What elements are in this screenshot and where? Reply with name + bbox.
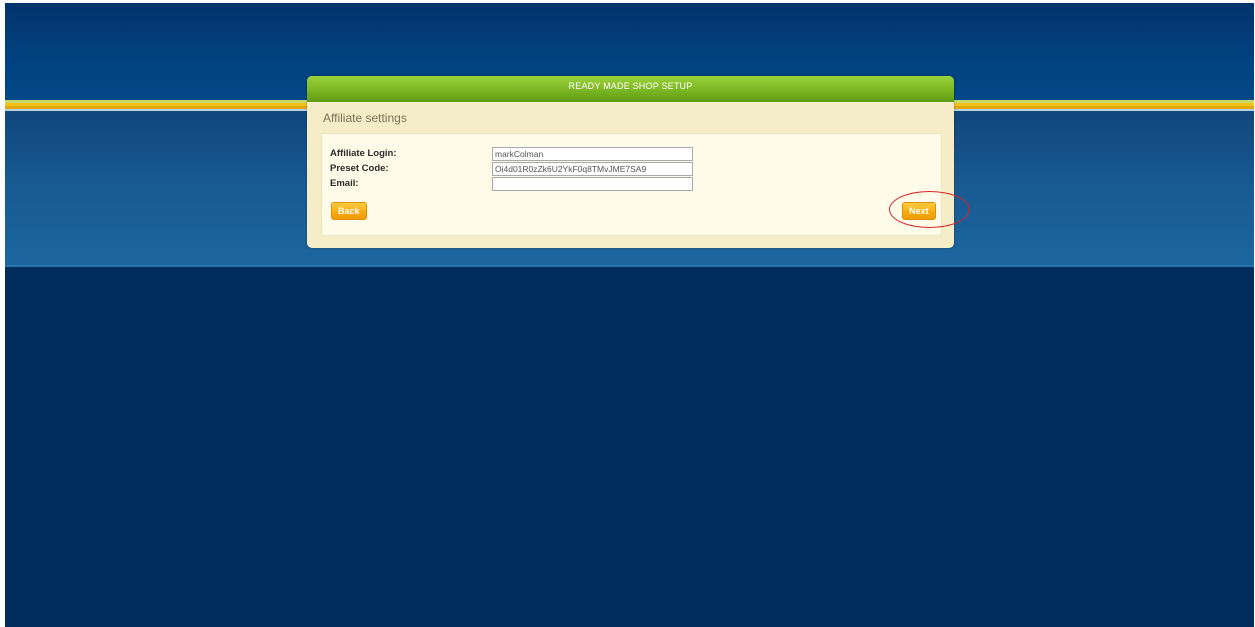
affiliate-login-label: Affiliate Login: (330, 148, 397, 159)
affiliate-login-input[interactable] (492, 147, 693, 161)
middle-band-edge (5, 265, 1254, 267)
email-input[interactable] (492, 177, 693, 191)
setup-dialog: READY MADE SHOP SETUP Affiliate settings… (307, 76, 970, 248)
affiliate-login-row: Affiliate Login: (322, 147, 941, 162)
affiliate-form: Affiliate Login: Preset Code: Email: Bac… (321, 133, 970, 236)
email-row: Email: (322, 177, 941, 192)
page-background: READY MADE SHOP SETUP Affiliate settings… (5, 3, 1254, 627)
preset-code-row: Preset Code: (322, 162, 941, 177)
dialog-title: READY MADE SHOP SETUP (307, 76, 954, 102)
highlight-ring (889, 191, 970, 228)
preset-code-label: Preset Code: (330, 163, 389, 174)
back-button[interactable]: Back (331, 202, 367, 220)
email-label: Email: (330, 178, 359, 189)
preset-code-input[interactable] (492, 162, 693, 176)
section-title: Affiliate settings (323, 111, 407, 125)
